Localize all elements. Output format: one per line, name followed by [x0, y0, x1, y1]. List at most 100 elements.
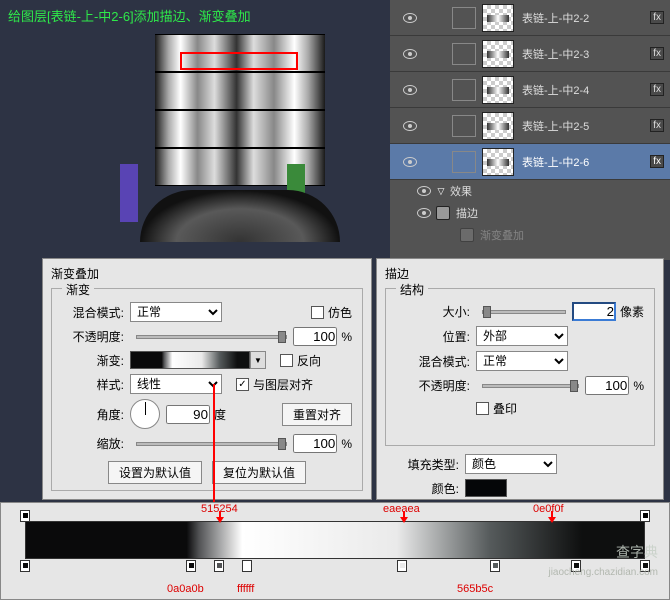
style-select[interactable]: 线性	[130, 374, 222, 394]
color-label: 颜色:	[385, 480, 459, 497]
layer-row[interactable]: 表链-上-中2-6 fx	[390, 144, 670, 180]
color-stop[interactable]	[397, 560, 407, 572]
fx-badge[interactable]: fx	[650, 83, 664, 96]
color-stop[interactable]	[242, 560, 252, 572]
blend-mode-select[interactable]: 正常	[130, 302, 222, 322]
arrow-icon	[213, 384, 215, 514]
highlight-box	[180, 52, 298, 70]
size-input[interactable]	[572, 302, 616, 321]
opacity-label: 不透明度:	[62, 328, 124, 345]
angle-dial[interactable]	[130, 399, 160, 429]
watch-preview	[120, 24, 360, 254]
fx-badge[interactable]: fx	[650, 155, 664, 168]
effect-icon	[436, 206, 450, 220]
layer-row[interactable]: 表链-上-中2-2 fx	[390, 0, 670, 36]
hex-value: 0a0a0b	[167, 583, 204, 595]
scale-label: 缩放:	[62, 435, 124, 452]
overprint-checkbox[interactable]	[476, 402, 489, 415]
align-label: 与图层对齐	[253, 376, 313, 393]
reverse-checkbox[interactable]	[280, 354, 293, 367]
opacity-slider[interactable]	[136, 335, 287, 339]
color-stop[interactable]	[186, 560, 196, 572]
layer-name: 表链-上-中2-5	[522, 118, 589, 134]
opacity-slider[interactable]	[482, 384, 579, 388]
visibility-icon[interactable]	[403, 121, 417, 131]
blend-mode-label: 混合模式:	[396, 353, 470, 370]
layer-row[interactable]: 表链-上-中2-5 fx	[390, 108, 670, 144]
angle-input[interactable]	[166, 405, 210, 424]
dither-checkbox[interactable]	[311, 306, 324, 319]
group-label: 渐变	[62, 281, 94, 298]
hex-value: eaeaea	[383, 503, 420, 515]
fx-badge[interactable]: fx	[650, 11, 664, 24]
position-select[interactable]: 外部	[476, 326, 568, 346]
fill-type-label: 填充类型:	[385, 456, 459, 473]
color-stop[interactable]	[490, 560, 500, 572]
size-label: 大小:	[396, 303, 470, 320]
opacity-unit: %	[633, 379, 644, 393]
watermark-url: jiaocheng.chazidian.com	[548, 567, 658, 578]
fx-badge[interactable]: fx	[650, 119, 664, 132]
align-checkbox[interactable]	[236, 378, 249, 391]
effects-header[interactable]: ▽ 效果	[390, 180, 670, 202]
dialog-title: 渐变叠加	[51, 265, 363, 282]
size-slider[interactable]	[482, 310, 566, 314]
visibility-icon[interactable]	[403, 85, 417, 95]
visibility-icon[interactable]	[403, 13, 417, 23]
style-label: 样式:	[62, 376, 124, 393]
arrow-icon	[219, 511, 221, 521]
hex-value: 0e0f0f	[533, 503, 564, 515]
blend-mode-select[interactable]: 正常	[476, 351, 568, 371]
effects-label: 效果	[450, 183, 472, 199]
effect-name: 渐变叠加	[480, 227, 524, 243]
visibility-icon[interactable]	[417, 208, 431, 218]
color-stop[interactable]	[214, 560, 224, 572]
layers-panel: 表链-上-中2-2 fx 表链-上-中2-3 fx 表链-上-中2-4 fx 表…	[390, 0, 670, 260]
fx-badge[interactable]: fx	[650, 47, 664, 60]
set-default-button[interactable]: 设置为默认值	[108, 461, 202, 484]
gradient-swatch[interactable]	[130, 351, 250, 369]
reset-default-button[interactable]: 复位为默认值	[212, 461, 306, 484]
scale-unit: %	[341, 437, 352, 451]
layer-name: 表链-上-中2-2	[522, 10, 589, 26]
visibility-icon[interactable]	[403, 157, 417, 167]
visibility-icon[interactable]	[403, 49, 417, 59]
reverse-label: 反向	[297, 352, 321, 369]
size-unit: 像素	[620, 303, 644, 320]
watermark: 查字典	[616, 542, 658, 562]
layer-name: 表链-上-中2-6	[522, 154, 589, 170]
scale-input[interactable]	[293, 434, 337, 453]
opacity-input[interactable]	[585, 376, 629, 395]
effect-name: 描边	[456, 205, 478, 221]
group-label: 结构	[396, 281, 428, 298]
fill-type-select[interactable]: 颜色	[465, 454, 557, 474]
color-stop[interactable]	[20, 560, 30, 572]
scale-slider[interactable]	[136, 442, 287, 446]
position-label: 位置:	[396, 328, 470, 345]
layer-row[interactable]: 表链-上-中2-4 fx	[390, 72, 670, 108]
angle-unit: 度	[214, 406, 226, 423]
gradient-editor: 0a0a0b 515254 ffffff eaeaea 565b5c 0e0f0…	[0, 502, 670, 600]
gradient-overlay-dialog: 渐变叠加 渐变 混合模式: 正常 仿色 不透明度: % 渐变: ▼ 反向 样式:…	[42, 258, 372, 500]
opacity-stop[interactable]	[640, 510, 650, 522]
hex-value: 565b5c	[457, 583, 493, 595]
opacity-stop[interactable]	[20, 510, 30, 522]
expand-icon[interactable]: ▽	[436, 186, 446, 197]
arrow-icon	[551, 511, 553, 521]
effect-row[interactable]: 渐变叠加	[390, 224, 670, 246]
hex-value: ffffff	[237, 583, 254, 595]
angle-label: 角度:	[62, 406, 124, 423]
color-swatch[interactable]	[465, 479, 507, 497]
overprint-label: 叠印	[493, 400, 517, 417]
instruction-text: 给图层[表链-上-中2-6]添加描边、渐变叠加	[8, 6, 251, 25]
layer-row[interactable]: 表链-上-中2-3 fx	[390, 36, 670, 72]
opacity-input[interactable]	[293, 327, 337, 346]
effect-row[interactable]: 描边	[390, 202, 670, 224]
reset-align-button[interactable]: 重置对齐	[282, 403, 352, 426]
blend-mode-label: 混合模式:	[62, 304, 124, 321]
layer-name: 表链-上-中2-3	[522, 46, 589, 62]
stroke-dialog: 描边 结构 大小: 像素 位置: 外部 混合模式: 正常 不透明度: % 叠印	[376, 258, 664, 500]
visibility-icon[interactable]	[417, 186, 431, 196]
gradient-dropdown[interactable]: ▼	[250, 351, 266, 369]
dither-label: 仿色	[328, 304, 352, 321]
